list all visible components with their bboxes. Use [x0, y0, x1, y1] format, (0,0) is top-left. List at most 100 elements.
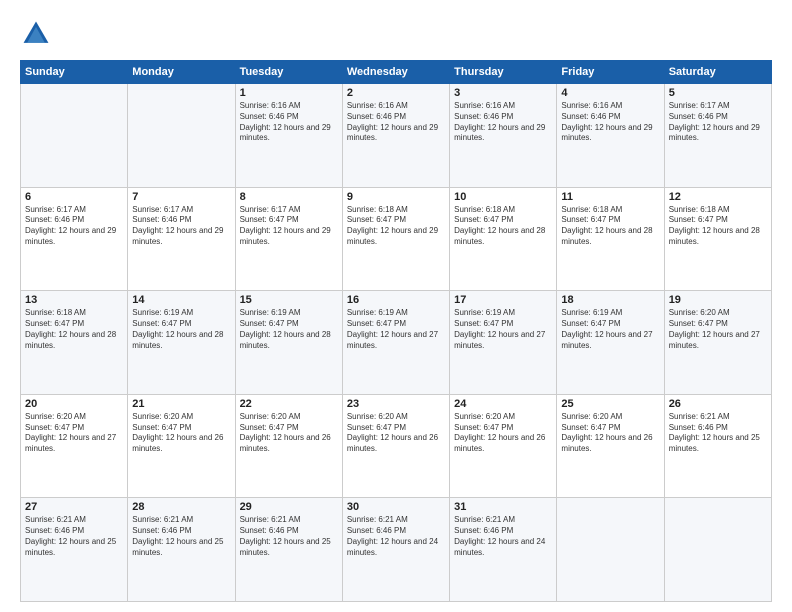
day-number: 17 — [454, 294, 552, 306]
day-detail: Sunrise: 6:18 AM Sunset: 6:47 PM Dayligh… — [347, 205, 445, 248]
day-detail: Sunrise: 6:20 AM Sunset: 6:47 PM Dayligh… — [347, 412, 445, 455]
calendar-cell: 30 Sunrise: 6:21 AM Sunset: 6:46 PM Dayli… — [342, 498, 449, 602]
calendar-cell: 15 Sunrise: 6:19 AM Sunset: 6:47 PM Dayli… — [235, 291, 342, 395]
calendar-cell: 25Sunrise: 6:20 AM Sunset: 6:47 PM Dayli… — [557, 394, 664, 498]
calendar-cell: 2 Sunrise: 6:16 AM Sunset: 6:46 PM Daylig… — [342, 84, 449, 188]
day-detail: Sunrise: 6:19 AM Sunset: 6:47 PM Dayligh… — [561, 308, 659, 351]
calendar-cell — [21, 84, 128, 188]
calendar-header-tuesday: Tuesday — [235, 61, 342, 84]
day-number: 23 — [347, 398, 445, 410]
calendar-table: SundayMondayTuesdayWednesdayThursdayFrid… — [20, 60, 772, 602]
calendar-cell: 28 Sunrise: 6:21 AM Sunset: 6:46 PM Dayli… — [128, 498, 235, 602]
day-detail: Sunrise: 6:20 AM Sunset: 6:47 PM Dayligh… — [669, 308, 767, 351]
calendar-cell: 14 Sunrise: 6:19 AM Sunset: 6:47 PM Dayli… — [128, 291, 235, 395]
calendar-cell: 10 Sunrise: 6:18 AM Sunset: 6:47 PM Dayli… — [450, 187, 557, 291]
calendar-cell: 27Sunrise: 6:21 AM Sunset: 6:46 PM Dayli… — [21, 498, 128, 602]
calendar-cell: 20 Sunrise: 6:20 AM Sunset: 6:47 PM Dayli… — [21, 394, 128, 498]
header — [20, 18, 772, 50]
day-detail: Sunrise: 6:16 AM Sunset: 6:46 PM Dayligh… — [561, 101, 659, 144]
day-detail: Sunrise: 6:21 AM Sunset: 6:46 PM Dayligh… — [347, 515, 445, 558]
day-detail: Sunrise: 6:18 AM Sunset: 6:47 PM Dayligh… — [25, 308, 123, 351]
day-detail: Sunrise: 6:21 AM Sunset: 6:46 PM Dayligh… — [25, 515, 123, 558]
calendar-cell: 5 Sunrise: 6:17 AM Sunset: 6:46 PM Daylig… — [664, 84, 771, 188]
day-detail: Sunrise: 6:17 AM Sunset: 6:46 PM Dayligh… — [25, 205, 123, 248]
day-detail: Sunrise: 6:16 AM Sunset: 6:46 PM Dayligh… — [240, 101, 338, 144]
calendar-cell: 8Sunrise: 6:17 AM Sunset: 6:47 PM Daylig… — [235, 187, 342, 291]
day-number: 20 — [25, 398, 123, 410]
calendar-cell: 16Sunrise: 6:19 AM Sunset: 6:47 PM Dayli… — [342, 291, 449, 395]
calendar-header-friday: Friday — [557, 61, 664, 84]
day-number: 10 — [454, 191, 552, 203]
calendar-cell: 31 Sunrise: 6:21 AM Sunset: 6:46 PM Dayli… — [450, 498, 557, 602]
day-detail: Sunrise: 6:17 AM Sunset: 6:46 PM Dayligh… — [132, 205, 230, 248]
calendar-cell — [557, 498, 664, 602]
day-number: 15 — [240, 294, 338, 306]
logo — [20, 18, 56, 50]
calendar-cell: 9 Sunrise: 6:18 AM Sunset: 6:47 PM Daylig… — [342, 187, 449, 291]
page: SundayMondayTuesdayWednesdayThursdayFrid… — [0, 0, 792, 612]
calendar-cell: 17 Sunrise: 6:19 AM Sunset: 6:47 PM Dayli… — [450, 291, 557, 395]
calendar-cell: 23 Sunrise: 6:20 AM Sunset: 6:47 PM Dayli… — [342, 394, 449, 498]
day-detail: Sunrise: 6:19 AM Sunset: 6:47 PM Dayligh… — [454, 308, 552, 351]
day-detail: Sunrise: 6:21 AM Sunset: 6:46 PM Dayligh… — [454, 515, 552, 558]
day-detail: Sunrise: 6:19 AM Sunset: 6:47 PM Dayligh… — [240, 308, 338, 351]
day-detail: Sunrise: 6:16 AM Sunset: 6:46 PM Dayligh… — [347, 101, 445, 144]
calendar-cell: 18 Sunrise: 6:19 AM Sunset: 6:47 PM Dayli… — [557, 291, 664, 395]
calendar-cell — [128, 84, 235, 188]
calendar-header-saturday: Saturday — [664, 61, 771, 84]
calendar-header-monday: Monday — [128, 61, 235, 84]
day-detail: Sunrise: 6:19 AM Sunset: 6:47 PM Dayligh… — [347, 308, 445, 351]
day-number: 28 — [132, 501, 230, 513]
day-number: 29 — [240, 501, 338, 513]
calendar-week-2: 6 Sunrise: 6:17 AM Sunset: 6:46 PM Daylig… — [21, 187, 772, 291]
day-number: 13 — [25, 294, 123, 306]
calendar-cell: 19Sunrise: 6:20 AM Sunset: 6:47 PM Dayli… — [664, 291, 771, 395]
calendar-header-row: SundayMondayTuesdayWednesdayThursdayFrid… — [21, 61, 772, 84]
calendar-header-thursday: Thursday — [450, 61, 557, 84]
day-number: 14 — [132, 294, 230, 306]
day-number: 24 — [454, 398, 552, 410]
calendar-cell: 11Sunrise: 6:18 AM Sunset: 6:47 PM Dayli… — [557, 187, 664, 291]
day-number: 7 — [132, 191, 230, 203]
day-detail: Sunrise: 6:18 AM Sunset: 6:47 PM Dayligh… — [669, 205, 767, 248]
day-number: 18 — [561, 294, 659, 306]
calendar-cell: 21Sunrise: 6:20 AM Sunset: 6:47 PM Dayli… — [128, 394, 235, 498]
day-number: 12 — [669, 191, 767, 203]
day-detail: Sunrise: 6:17 AM Sunset: 6:46 PM Dayligh… — [669, 101, 767, 144]
day-number: 1 — [240, 87, 338, 99]
calendar-cell: 3Sunrise: 6:16 AM Sunset: 6:46 PM Daylig… — [450, 84, 557, 188]
calendar-week-1: 1 Sunrise: 6:16 AM Sunset: 6:46 PM Daylig… — [21, 84, 772, 188]
logo-icon — [20, 18, 52, 50]
calendar-cell: 6 Sunrise: 6:17 AM Sunset: 6:46 PM Daylig… — [21, 187, 128, 291]
day-detail: Sunrise: 6:18 AM Sunset: 6:47 PM Dayligh… — [454, 205, 552, 248]
calendar-week-4: 20 Sunrise: 6:20 AM Sunset: 6:47 PM Dayli… — [21, 394, 772, 498]
day-number: 6 — [25, 191, 123, 203]
day-detail: Sunrise: 6:19 AM Sunset: 6:47 PM Dayligh… — [132, 308, 230, 351]
day-number: 21 — [132, 398, 230, 410]
day-number: 31 — [454, 501, 552, 513]
day-detail: Sunrise: 6:18 AM Sunset: 6:47 PM Dayligh… — [561, 205, 659, 248]
calendar-week-5: 27Sunrise: 6:21 AM Sunset: 6:46 PM Dayli… — [21, 498, 772, 602]
day-detail: Sunrise: 6:20 AM Sunset: 6:47 PM Dayligh… — [454, 412, 552, 455]
calendar-cell: 29 Sunrise: 6:21 AM Sunset: 6:46 PM Dayli… — [235, 498, 342, 602]
calendar-cell: 22Sunrise: 6:20 AM Sunset: 6:47 PM Dayli… — [235, 394, 342, 498]
calendar-cell: 1 Sunrise: 6:16 AM Sunset: 6:46 PM Daylig… — [235, 84, 342, 188]
day-number: 22 — [240, 398, 338, 410]
day-number: 5 — [669, 87, 767, 99]
day-number: 30 — [347, 501, 445, 513]
day-number: 26 — [669, 398, 767, 410]
day-detail: Sunrise: 6:20 AM Sunset: 6:47 PM Dayligh… — [25, 412, 123, 455]
calendar-cell: 7 Sunrise: 6:17 AM Sunset: 6:46 PM Daylig… — [128, 187, 235, 291]
calendar-cell — [664, 498, 771, 602]
day-detail: Sunrise: 6:21 AM Sunset: 6:46 PM Dayligh… — [669, 412, 767, 455]
day-detail: Sunrise: 6:21 AM Sunset: 6:46 PM Dayligh… — [132, 515, 230, 558]
day-detail: Sunrise: 6:21 AM Sunset: 6:46 PM Dayligh… — [240, 515, 338, 558]
day-number: 2 — [347, 87, 445, 99]
day-detail: Sunrise: 6:16 AM Sunset: 6:46 PM Dayligh… — [454, 101, 552, 144]
calendar-week-3: 13 Sunrise: 6:18 AM Sunset: 6:47 PM Dayli… — [21, 291, 772, 395]
calendar-cell: 26 Sunrise: 6:21 AM Sunset: 6:46 PM Dayli… — [664, 394, 771, 498]
calendar-header-sunday: Sunday — [21, 61, 128, 84]
day-detail: Sunrise: 6:17 AM Sunset: 6:47 PM Dayligh… — [240, 205, 338, 248]
day-number: 9 — [347, 191, 445, 203]
calendar-cell: 13 Sunrise: 6:18 AM Sunset: 6:47 PM Dayli… — [21, 291, 128, 395]
